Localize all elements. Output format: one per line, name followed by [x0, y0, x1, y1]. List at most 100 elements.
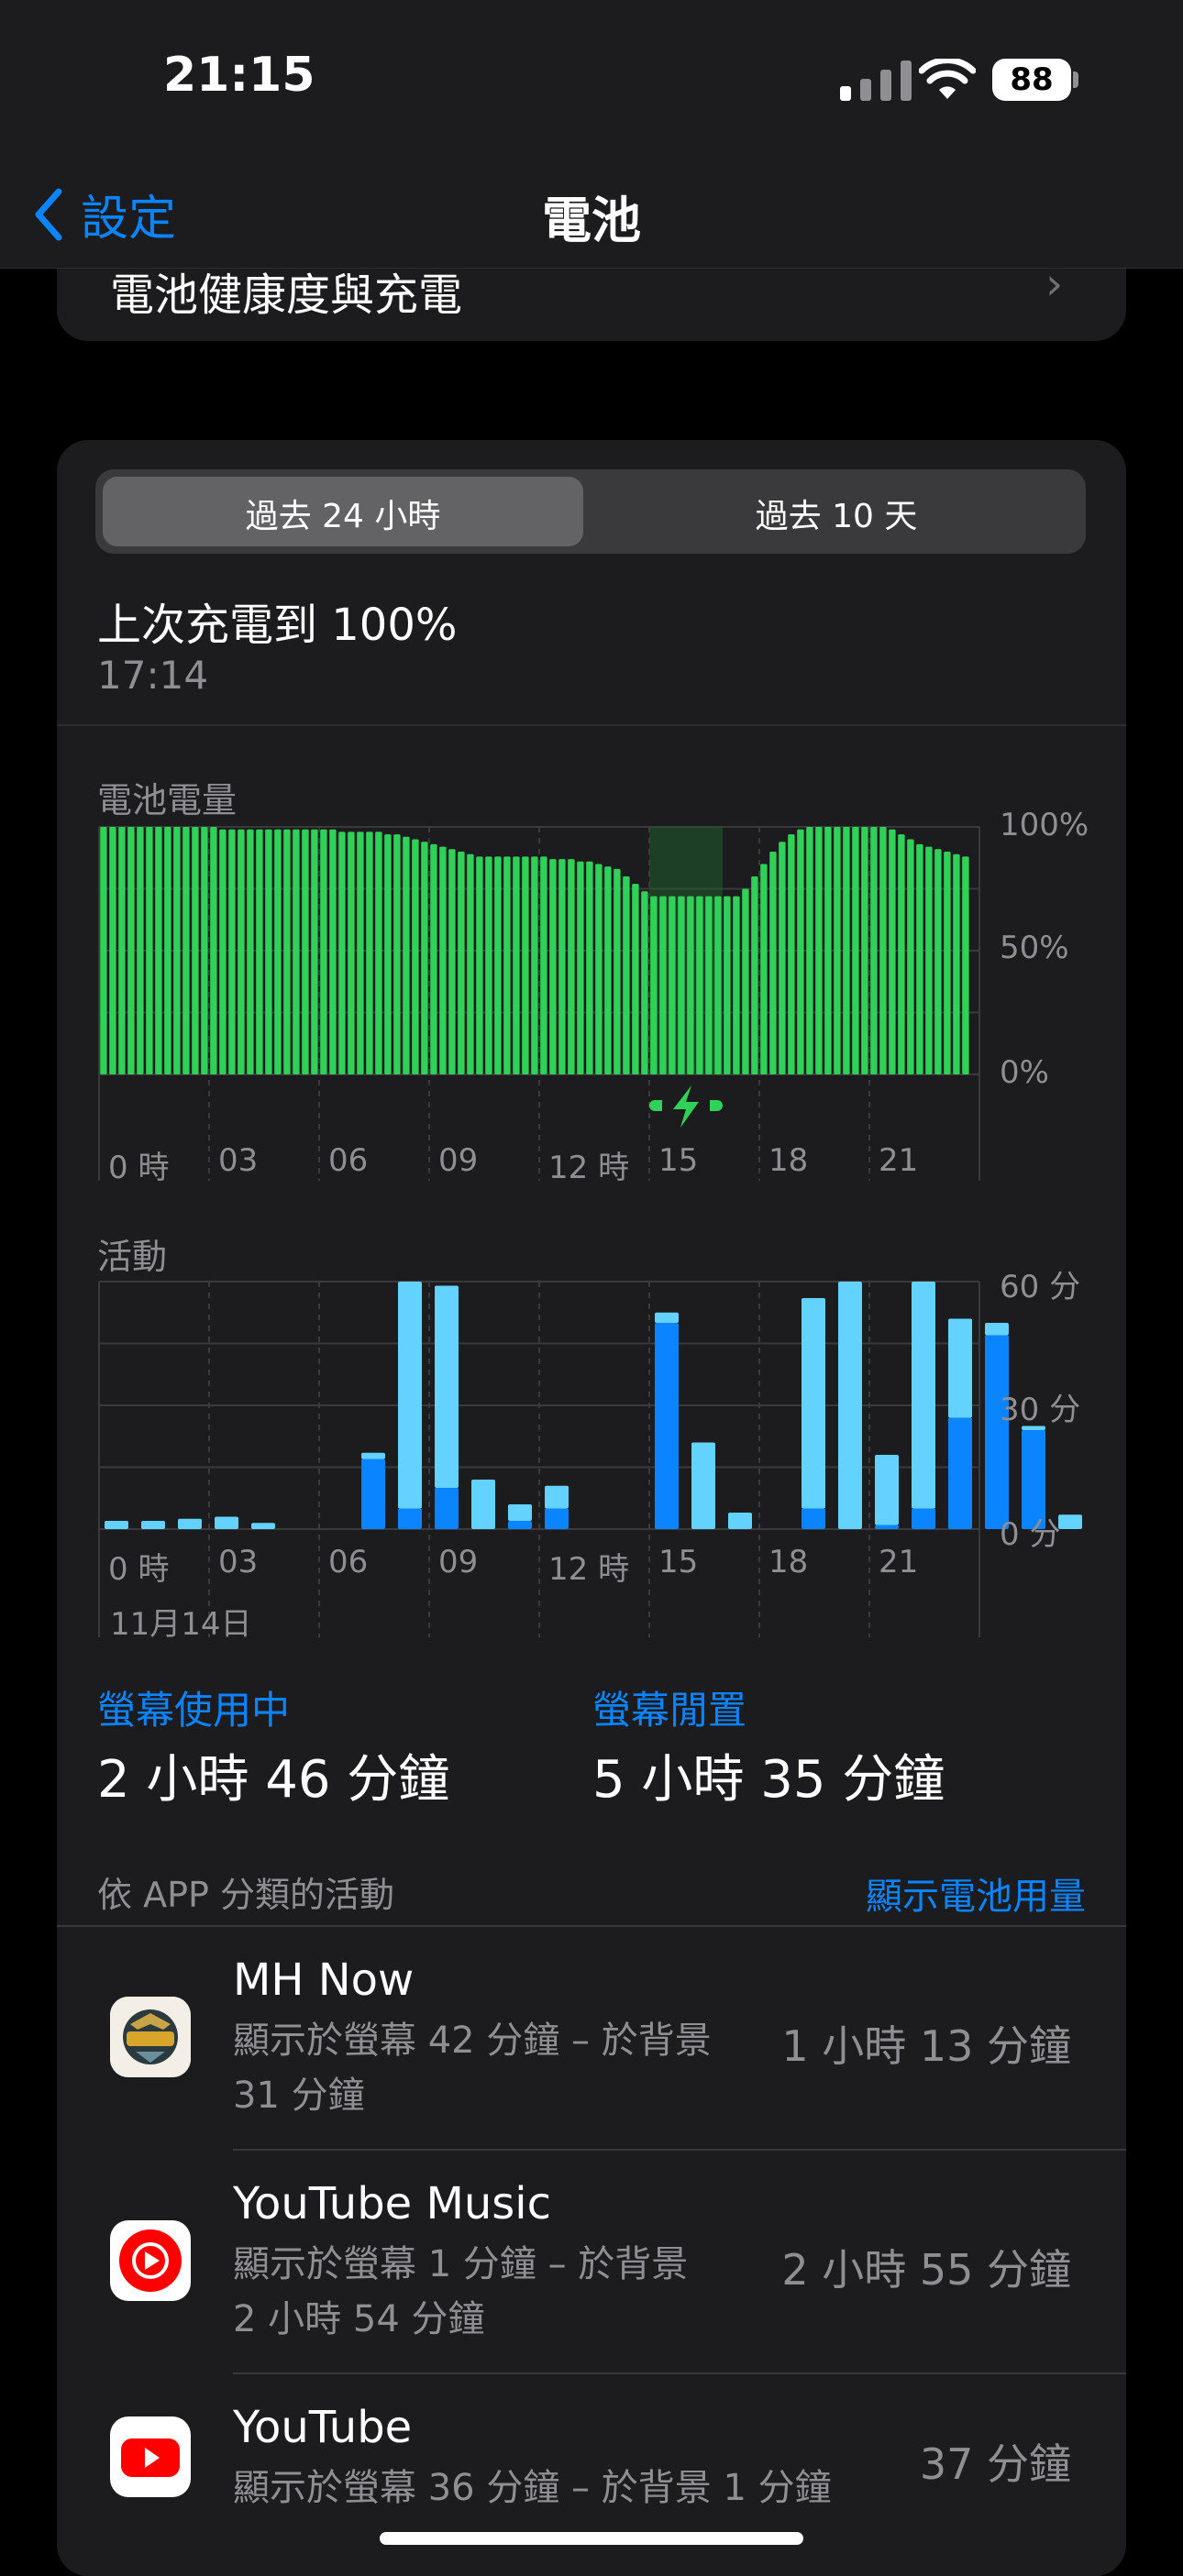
battery-bar: [925, 846, 933, 1074]
battery-x-tick: 18: [768, 1142, 809, 1179]
battery-bar: [696, 896, 703, 1074]
battery-bar: [137, 827, 144, 1074]
battery-x-tick: 0 時: [108, 1150, 170, 1186]
battery-bar: [274, 829, 282, 1074]
battery-bar: [311, 829, 318, 1074]
battery-bar: [485, 856, 492, 1074]
battery-bar: [724, 896, 731, 1074]
battery-bar: [641, 891, 648, 1074]
app-name: YouTube: [233, 2402, 413, 2453]
battery-bar: [558, 859, 566, 1074]
battery-bar: [568, 859, 575, 1074]
battery-bar: [412, 839, 419, 1074]
battery-bar: [751, 876, 758, 1074]
battery-bar: [852, 827, 859, 1074]
battery-bar: [265, 829, 272, 1074]
activity-x-tick: 12 時: [548, 1551, 630, 1588]
battery-bar: [338, 831, 346, 1074]
battery-bar: [898, 834, 905, 1074]
battery-x-tick: 03: [218, 1142, 259, 1179]
battery-bar: [293, 829, 300, 1074]
screen-active-value: 2 小時 46 分鐘: [97, 1750, 450, 1810]
battery-bar: [907, 839, 914, 1074]
activity-x-tick: 03: [218, 1544, 259, 1580]
battery-bar: [540, 856, 547, 1074]
battery-bar: [742, 888, 749, 1074]
activity-x-tick: 15: [658, 1544, 699, 1580]
battery-bar: [430, 843, 437, 1074]
battery-bar: [705, 896, 713, 1074]
battery-bar: [953, 853, 960, 1074]
battery-y-tick-0: 0%: [1000, 1054, 1049, 1091]
battery-bar: [320, 829, 327, 1074]
activity-y-tick-0: 0 分: [1000, 1516, 1061, 1553]
battery-bar: [779, 842, 786, 1074]
battery-bar: [384, 834, 392, 1074]
battery-bar: [448, 849, 456, 1074]
battery-bar: [439, 846, 447, 1074]
battery-bar: [494, 856, 502, 1074]
app-subtitle-2: 31 分鐘: [233, 2075, 365, 2117]
battery-bar: [678, 896, 685, 1074]
mh-now-icon: [110, 1997, 191, 2077]
battery-y-tick-100: 100%: [1000, 807, 1089, 843]
show-battery-usage-link[interactable]: 顯示電池用量: [0, 1866, 1086, 1920]
home-indicator: [380, 2532, 803, 2545]
battery-bar: [247, 829, 254, 1074]
battery-bar: [623, 876, 630, 1074]
screen-idle-value: 5 小時 35 分鐘: [592, 1750, 945, 1810]
battery-bar: [458, 852, 465, 1074]
battery-bar: [797, 829, 804, 1074]
battery-bar: [283, 829, 291, 1074]
battery-bar: [476, 856, 483, 1074]
battery-bar: [146, 827, 153, 1074]
battery-x-tick: 06: [328, 1142, 369, 1179]
activity-x-tick: 09: [438, 1544, 479, 1580]
battery-bar: [201, 827, 208, 1074]
battery-bar: [586, 861, 593, 1074]
activity-date-label: 11月14日: [110, 1606, 252, 1643]
battery-bar: [127, 827, 135, 1074]
battery-bar: [788, 834, 795, 1074]
battery-bar: [357, 831, 364, 1074]
app-usage-time: 2 小時 55 分鐘: [781, 2245, 1071, 2295]
battery-bar: [889, 829, 896, 1074]
battery-x-tick: 15: [658, 1142, 699, 1179]
battery-bar: [118, 827, 126, 1074]
battery-bar: [219, 829, 227, 1074]
battery-bar: [329, 829, 337, 1074]
battery-bar: [944, 852, 951, 1074]
battery-bar: [393, 834, 401, 1074]
battery-bar: [375, 831, 382, 1074]
battery-bar: [210, 827, 217, 1074]
battery-bar: [238, 829, 245, 1074]
battery-y-tick-50: 50%: [1000, 930, 1069, 966]
app-name: MH Now: [233, 1954, 415, 2006]
app-subtitle-2: 2 小時 54 分鐘: [233, 2298, 485, 2340]
battery-bar: [577, 861, 584, 1074]
battery-bar: [733, 896, 740, 1074]
battery-bar: [614, 868, 621, 1074]
battery-bar: [659, 896, 667, 1074]
battery-bar: [531, 856, 538, 1074]
battery-bar: [256, 829, 263, 1074]
battery-bar: [302, 829, 309, 1074]
battery-bar: [348, 831, 355, 1074]
activity-x-tick: 21: [879, 1544, 919, 1580]
battery-bar: [815, 827, 823, 1074]
battery-bar: [173, 827, 181, 1074]
app-usage-time: 1 小時 13 分鐘: [781, 2021, 1071, 2071]
battery-bar: [916, 843, 923, 1074]
activity-y-tick-60: 60 分: [1000, 1269, 1081, 1305]
battery-bar: [650, 896, 658, 1074]
battery-bar: [843, 827, 850, 1074]
app-usage-time: 37 分鐘: [919, 2439, 1071, 2489]
battery-bar: [403, 836, 410, 1074]
screen-idle-label: 螢幕閒置: [592, 1688, 747, 1733]
battery-bar: [714, 896, 722, 1074]
battery-bar: [806, 827, 813, 1074]
battery-bar: [604, 866, 612, 1074]
battery-bar: [100, 827, 107, 1074]
battery-bar: [155, 827, 162, 1074]
battery-bar: [522, 856, 529, 1074]
